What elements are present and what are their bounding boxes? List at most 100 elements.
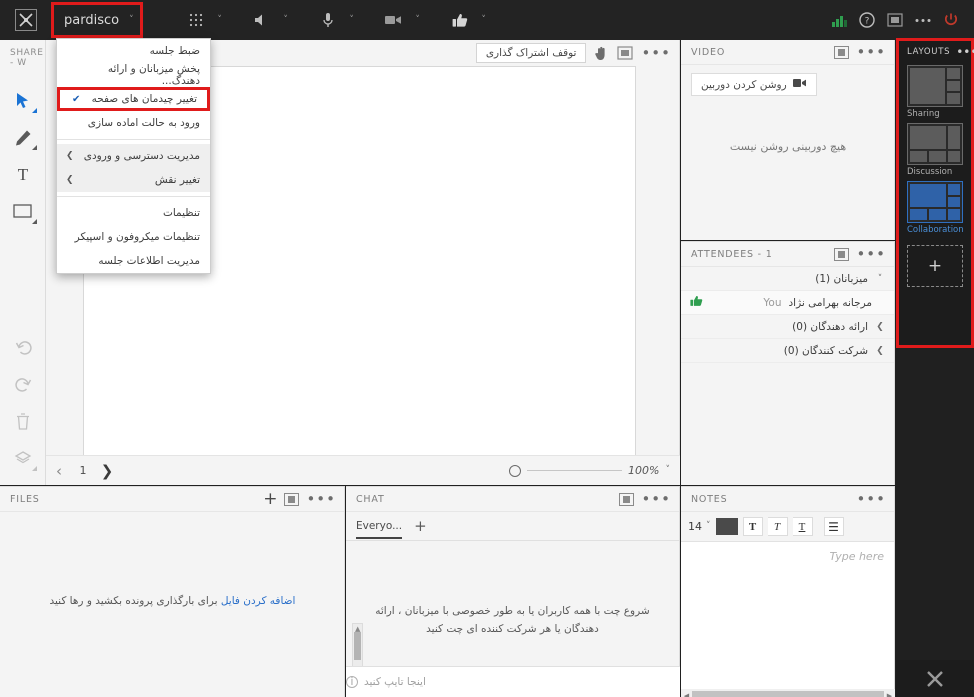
- notes-horizontal-scrollbar[interactable]: ◀ ▶: [681, 689, 895, 697]
- undo-button[interactable]: [0, 329, 46, 366]
- info-icon[interactable]: i: [346, 676, 358, 688]
- previous-page-button[interactable]: ‹: [46, 462, 72, 480]
- notes-panel-header: NOTES •••: [681, 487, 894, 512]
- camera-chevron-down-icon[interactable]: ˅: [407, 15, 429, 25]
- attendee-row-host[interactable]: مرجانه بهرامی نژاد You: [681, 291, 894, 315]
- menu-item-session-info[interactable]: مدیریت اطلاعات جلسه: [57, 249, 210, 273]
- help-icon[interactable]: ?: [854, 7, 880, 33]
- more-options-icon[interactable]: •••: [856, 45, 886, 60]
- chat-input-field[interactable]: اینجا تایپ کنید: [364, 676, 426, 688]
- more-options-icon[interactable]: •••: [641, 46, 671, 61]
- reactions-chevron-down-icon[interactable]: ˅: [473, 15, 495, 25]
- menu-item-change-layouts[interactable]: ✔ تغییر چیدمان های صفحه: [57, 87, 210, 111]
- add-file-link[interactable]: اضافه کردن فایل: [221, 595, 296, 607]
- select-tool[interactable]: [0, 82, 46, 119]
- camera-icon[interactable]: [381, 7, 407, 33]
- chat-tab-everyone[interactable]: Everyo...: [356, 520, 403, 539]
- popout-icon[interactable]: [617, 46, 634, 60]
- popout-icon[interactable]: [834, 247, 850, 261]
- layout-thumbnail-collaboration[interactable]: [907, 181, 963, 223]
- speaker-icon[interactable]: [249, 7, 275, 33]
- turn-on-camera-button[interactable]: روشن کردن دوربین: [691, 73, 817, 96]
- power-icon[interactable]: [938, 7, 964, 33]
- more-options-icon[interactable]: •••: [641, 492, 671, 507]
- attendee-group-participants[interactable]: ❯ شرکت کنندگان (0): [681, 339, 894, 363]
- pencil-tool-expand-icon[interactable]: [32, 145, 37, 150]
- italic-button[interactable]: T: [767, 517, 788, 536]
- apps-chevron-down-icon[interactable]: ˅: [209, 15, 231, 25]
- text-color-swatch[interactable]: [715, 518, 738, 535]
- zoom-slider-handle[interactable]: [509, 464, 522, 477]
- chevron-right-icon[interactable]: ❯: [66, 175, 74, 185]
- bold-button[interactable]: T: [742, 517, 763, 536]
- popout-icon[interactable]: [284, 492, 300, 506]
- menu-item-record-session[interactable]: ضبط جلسه: [57, 39, 210, 63]
- redo-button[interactable]: [0, 366, 46, 403]
- attendees-panel-header: ATTENDEES - 1 •••: [681, 242, 894, 267]
- menu-item-change-role[interactable]: ❯ تغییر نقش: [57, 168, 210, 192]
- apps-grid-icon[interactable]: [183, 7, 209, 33]
- more-options-icon[interactable]: •••: [956, 46, 974, 58]
- zoom-slider-track[interactable]: [527, 470, 623, 471]
- layers-button[interactable]: [0, 440, 46, 477]
- font-size-selector[interactable]: 14 ˅: [688, 520, 711, 533]
- hand-pointer-icon[interactable]: [594, 46, 609, 61]
- notes-scrollbar-thumb[interactable]: [692, 691, 884, 697]
- more-options-icon[interactable]: •••: [306, 492, 336, 507]
- chat-input-row[interactable]: اینجا تایپ کنید i: [346, 666, 680, 697]
- chevron-right-icon[interactable]: ❯: [875, 346, 885, 356]
- more-options-icon[interactable]: •••: [856, 247, 886, 262]
- microphone-icon[interactable]: [315, 7, 341, 33]
- bullet-list-button[interactable]: ☰: [823, 517, 844, 536]
- shape-tool-expand-icon[interactable]: [32, 219, 37, 224]
- next-page-button[interactable]: ❯: [94, 462, 120, 480]
- attendee-group-hosts[interactable]: ˅ میزبانان (1): [681, 267, 894, 291]
- popout-icon[interactable]: [619, 492, 635, 506]
- popout-icon[interactable]: [882, 7, 908, 33]
- menu-item-audio-settings[interactable]: تنظیمات میکروفون و اسپیکر: [57, 225, 210, 249]
- underline-button[interactable]: T: [792, 517, 813, 536]
- more-options-icon[interactable]: [910, 7, 936, 33]
- shape-tool[interactable]: [0, 193, 46, 230]
- add-layout-button[interactable]: +: [907, 245, 963, 287]
- layout-item-sharing[interactable]: Sharing: [907, 65, 963, 119]
- text-tool[interactable]: T: [0, 156, 46, 193]
- attendee-group-presenters[interactable]: ❯ ارائه دهندگان (0): [681, 315, 894, 339]
- scroll-right-icon[interactable]: ▶: [884, 692, 895, 697]
- app-logo-icon[interactable]: [15, 9, 37, 31]
- add-chat-tab-button[interactable]: +: [414, 517, 427, 535]
- stop-sharing-button[interactable]: توقف اشتراک گذاری: [475, 43, 587, 63]
- chevron-down-icon[interactable]: ˅: [875, 274, 885, 284]
- thumbs-up-icon[interactable]: [447, 7, 473, 33]
- thumbs-up-icon[interactable]: [690, 295, 703, 310]
- layout-item-collaboration[interactable]: Collaboration: [907, 181, 964, 235]
- layout-item-discussion[interactable]: Discussion: [907, 123, 963, 177]
- room-selector[interactable]: pardisco ˅: [51, 2, 143, 38]
- more-options-icon[interactable]: •••: [856, 492, 886, 507]
- delete-button[interactable]: [0, 403, 46, 440]
- menu-item-prepare-mode[interactable]: ورود به حالت اماده سازی: [57, 111, 210, 135]
- speaker-chevron-down-icon[interactable]: ˅: [275, 15, 297, 25]
- layout-thumbnail-discussion[interactable]: [907, 123, 963, 165]
- chevron-right-icon[interactable]: ❯: [875, 322, 885, 332]
- layout-thumbnail-sharing[interactable]: [907, 65, 963, 107]
- add-file-button[interactable]: +: [263, 491, 277, 508]
- menu-item-manage-access[interactable]: ❯ مدیریت دسترسی و ورودی: [57, 144, 210, 168]
- chevron-down-icon[interactable]: ˅: [129, 15, 134, 25]
- chevron-down-icon[interactable]: ˅: [706, 522, 711, 531]
- notes-text-area[interactable]: Type here ◀ ▶: [681, 542, 895, 697]
- layers-expand-icon[interactable]: [32, 466, 37, 471]
- crossed-tools-icon[interactable]: [896, 660, 974, 697]
- chevron-right-icon[interactable]: ❯: [66, 151, 74, 161]
- microphone-chevron-down-icon[interactable]: ˅: [341, 15, 363, 25]
- menu-separator: [57, 196, 210, 197]
- menu-item-broadcast-hosts[interactable]: پخش میزبانان و ارائه دهندگ...: [57, 63, 210, 87]
- select-tool-expand-icon[interactable]: [32, 108, 37, 113]
- zoom-chevron-down-icon[interactable]: ˅: [666, 466, 671, 475]
- signal-strength-icon[interactable]: [826, 7, 852, 33]
- meeting-app-window: pardisco ˅ ˅ ˅ ˅ ˅ ˅ ? SHARE - W T توقف …: [0, 0, 974, 697]
- popout-icon[interactable]: [834, 45, 850, 59]
- menu-item-settings[interactable]: تنظیمات: [57, 201, 210, 225]
- scroll-left-icon[interactable]: ◀: [681, 692, 692, 697]
- pencil-tool[interactable]: [0, 119, 46, 156]
